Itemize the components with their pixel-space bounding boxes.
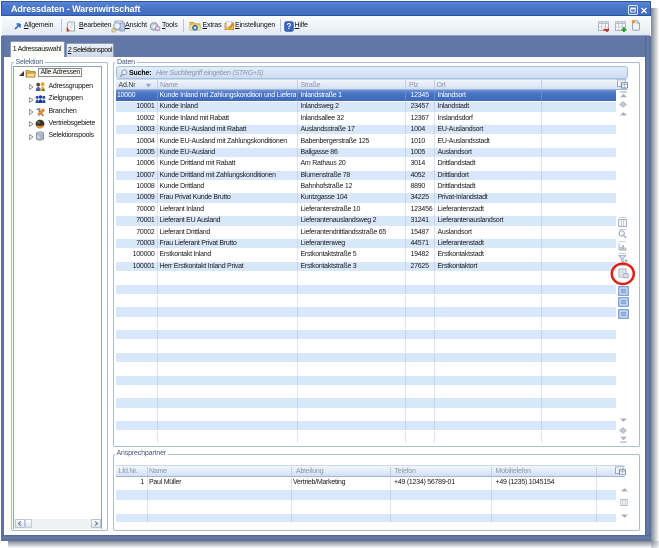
svg-text:?: ? [287,22,292,31]
